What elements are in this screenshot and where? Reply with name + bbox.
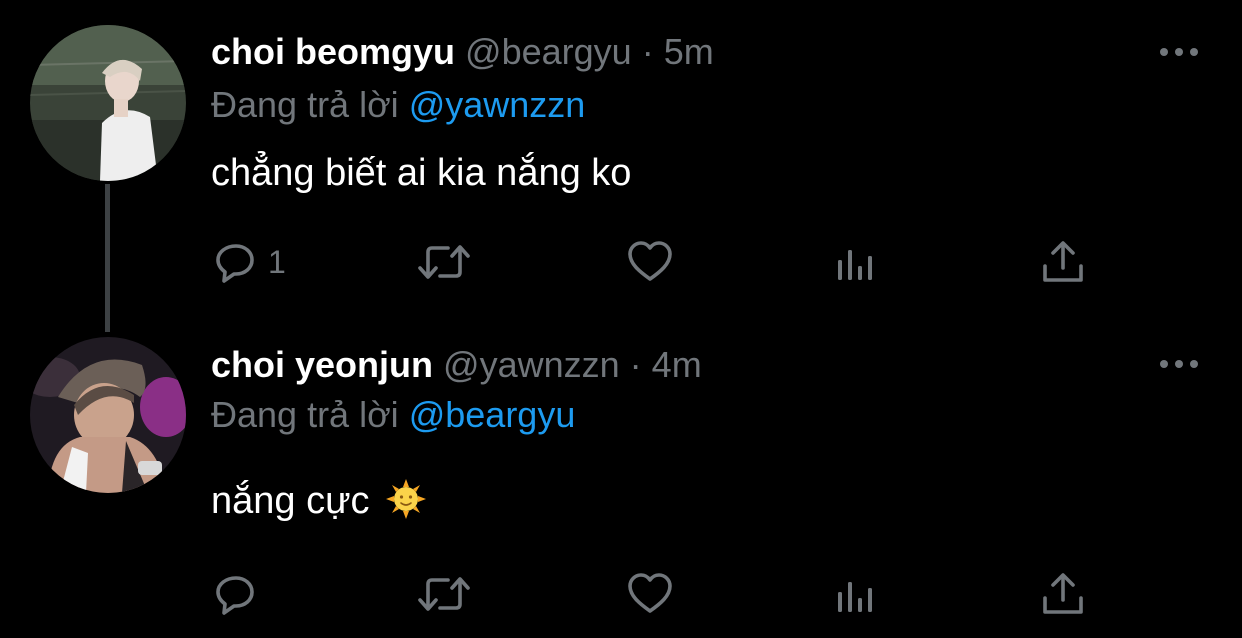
tweet[interactable]: choi beomgyu @beargyu · 5m Đang trả lời … (0, 0, 1242, 332)
share-button[interactable] (1040, 232, 1086, 292)
avatar-photo (30, 25, 186, 181)
views-button[interactable] (834, 232, 878, 292)
tweet-text-content: chẳng biết ai kia nắng ko (211, 152, 632, 194)
replying-to: Đang trả lời @yawnzzn (211, 83, 585, 127)
replying-to-label: Đang trả lời (211, 84, 399, 125)
tweet-header: choi yeonjun @yawnzzn · 4m (211, 343, 702, 387)
views-icon (838, 250, 872, 280)
views-icon (838, 582, 872, 612)
like-button[interactable] (626, 564, 674, 624)
tweet-text: nắng cực (211, 478, 427, 530)
separator-dot: · (629, 344, 642, 385)
views-button[interactable] (834, 564, 878, 624)
heart-icon (628, 573, 672, 613)
more-button[interactable] (1156, 40, 1202, 64)
replying-to-label: Đang trả lời (211, 394, 399, 435)
display-name[interactable]: choi beomgyu (211, 31, 455, 72)
share-icon (1043, 573, 1083, 614)
handle[interactable]: @beargyu (465, 31, 632, 72)
tweet-text-content: nắng cực (211, 480, 370, 522)
separator-dot: · (641, 31, 654, 72)
retweet-icon (418, 245, 470, 279)
reply-icon (216, 576, 254, 615)
tweet[interactable]: choi yeonjun @yawnzzn · 4m Đang trả lời … (0, 330, 1242, 638)
sun-with-face-icon (386, 479, 427, 530)
retweet-button[interactable] (414, 232, 474, 292)
action-bar (0, 564, 1242, 624)
handle[interactable]: @yawnzzn (443, 344, 620, 385)
reply-button[interactable] (212, 564, 268, 624)
more-button[interactable] (1156, 352, 1202, 376)
retweet-icon (418, 577, 470, 611)
like-button[interactable] (626, 232, 674, 292)
replying-to: Đang trả lời @beargyu (211, 393, 575, 437)
timestamp[interactable]: 4m (652, 344, 702, 385)
reply-count: 1 (268, 243, 286, 280)
more-icon (1160, 360, 1198, 368)
action-bar: 1 (0, 232, 1242, 292)
avatar-photo (30, 337, 186, 493)
tweet-header: choi beomgyu @beargyu · 5m (211, 30, 714, 74)
heart-icon (628, 241, 672, 281)
timestamp[interactable]: 5m (664, 31, 714, 72)
more-icon (1160, 48, 1198, 56)
share-button[interactable] (1040, 564, 1086, 624)
display-name[interactable]: choi yeonjun (211, 344, 433, 385)
share-icon (1043, 241, 1083, 282)
retweet-button[interactable] (414, 564, 474, 624)
reply-icon (216, 244, 254, 283)
tweet-text: chẳng biết ai kia nắng ko (211, 150, 631, 196)
avatar[interactable] (30, 337, 186, 493)
replying-to-mention[interactable]: @yawnzzn (409, 84, 586, 125)
replying-to-mention[interactable]: @beargyu (409, 394, 576, 435)
reply-button[interactable]: 1 (212, 232, 286, 292)
avatar[interactable] (30, 25, 186, 181)
